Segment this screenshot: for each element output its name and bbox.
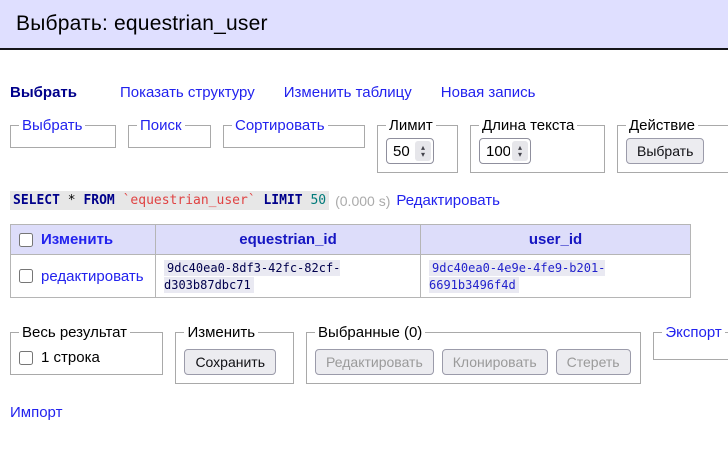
equestrian-id-value: 9dc40ea0-8df3-42fc-82cf-d303b87dbc71 [164,260,340,293]
fieldset-sort: Сортировать [223,117,365,148]
text-length-spinner[interactable]: ▴ ▾ [512,141,528,161]
fieldset-search: Поиск [128,117,211,148]
sort-user-id-link[interactable]: user_id [529,231,582,248]
equestrian-id-cell: 9dc40ea0-8df3-42fc-82cf-d303b87dbc71 [156,255,421,298]
user-id-cell: 9dc40ea0-4e9e-4fe9-b201-6691b3496f4d [421,255,691,298]
limit-input[interactable]: 50 ▴ ▾ [386,138,434,164]
limit-value: 50 [393,143,413,160]
row-edit-link[interactable]: редактировать [41,268,144,285]
sql-keyword-select: SELECT [13,193,60,208]
sql-star: * [68,193,76,208]
whole-result-label: 1 строка [41,349,100,366]
text-length-input[interactable]: 100 ▴ ▾ [479,138,531,164]
sql-table-name: `equestrian_user` [123,193,256,208]
limit-spinner[interactable]: ▴ ▾ [415,141,431,161]
fieldset-selected-legend: Выбранные (0) [315,324,425,341]
fieldset-selected: Выбранные (0) Редактировать Клонировать … [306,324,641,384]
fieldset-action: Действие Выбрать [617,117,728,173]
fieldset-export-legend[interactable]: Экспорт [665,324,721,341]
table-nav: Выбрать Показать структуру Изменить табл… [10,84,728,101]
sql-keyword-limit: LIMIT [263,193,302,208]
fieldset-modify-legend: Изменить [184,324,258,341]
whole-result-checkbox[interactable] [19,351,33,365]
column-header-user-id: user_id [421,225,691,255]
fieldset-select: Выбрать [10,117,116,148]
table-row: редактировать 9dc40ea0-8df3-42fc-82cf-d3… [11,255,691,298]
fieldset-text-length-legend: Длина текста [479,117,577,134]
table-header-row: Изменить equestrian_id user_id [11,225,691,255]
query-time: (0.000 s) [335,193,390,209]
save-button[interactable]: Сохранить [184,349,276,375]
spinner-down-icon[interactable]: ▾ [518,151,522,158]
footer-row: Весь результат 1 строка Изменить Сохрани… [10,324,728,384]
fieldset-action-legend: Действие [626,117,698,134]
sql-keyword-from: FROM [83,193,114,208]
page-header: Выбрать: equestrian_user [0,0,728,50]
sort-equestrian-id-link[interactable]: equestrian_id [239,231,337,248]
sql-code: SELECT * FROM `equestrian_user` LIMIT 50 [10,191,329,210]
spinner-down-icon[interactable]: ▾ [421,151,425,158]
edit-selected-button[interactable]: Редактировать [315,349,434,375]
adminer-page: Выбрать: equestrian_user Выбрать Показат… [0,0,728,464]
fieldset-modify: Изменить Сохранить [175,324,294,384]
import-row: Импорт [10,404,728,421]
delete-selected-button[interactable]: Стереть [556,349,631,375]
row-checkbox[interactable] [19,269,33,283]
select-submit-button[interactable]: Выбрать [626,138,704,164]
modify-header-link[interactable]: Изменить [41,231,113,248]
fieldset-limit-legend: Лимит [386,117,436,134]
fieldset-search-legend[interactable]: Поиск [140,117,182,134]
modify-header-cell: Изменить [11,225,156,255]
fieldset-whole-result: Весь результат 1 строка [10,324,163,375]
fieldset-whole-result-legend: Весь результат [19,324,130,341]
page-title: Выбрать: equestrian_user [16,12,268,36]
select-all-checkbox[interactable] [19,233,33,247]
nav-alter-table[interactable]: Изменить таблицу [284,84,412,101]
nav-select[interactable]: Выбрать [10,84,77,101]
column-header-equestrian-id: equestrian_id [156,225,421,255]
fieldset-text-length: Длина текста 100 ▴ ▾ [470,117,605,173]
sql-limit-value: 50 [310,193,326,208]
fieldset-export: Экспорт [653,324,728,360]
import-link[interactable]: Импорт [10,404,62,421]
nav-new-item[interactable]: Новая запись [441,84,536,101]
fieldset-select-legend[interactable]: Выбрать [22,117,82,134]
clone-selected-button[interactable]: Клонировать [442,349,548,375]
result-table: Изменить equestrian_id user_id редактиро… [10,224,691,298]
fieldset-limit: Лимит 50 ▴ ▾ [377,117,458,173]
edit-query-link[interactable]: Редактировать [396,192,500,209]
text-length-value: 100 [486,143,510,160]
sql-query-line: SELECT * FROM `equestrian_user` LIMIT 50… [10,191,728,210]
row-modify-cell: редактировать [11,255,156,298]
nav-show-structure[interactable]: Показать структуру [120,84,255,101]
user-id-link[interactable]: 9dc40ea0-4e9e-4fe9-b201-6691b3496f4d [429,260,605,293]
filter-row: Выбрать Поиск Сортировать Лимит 50 ▴ ▾ Д… [10,117,728,173]
fieldset-sort-legend[interactable]: Сортировать [235,117,325,134]
